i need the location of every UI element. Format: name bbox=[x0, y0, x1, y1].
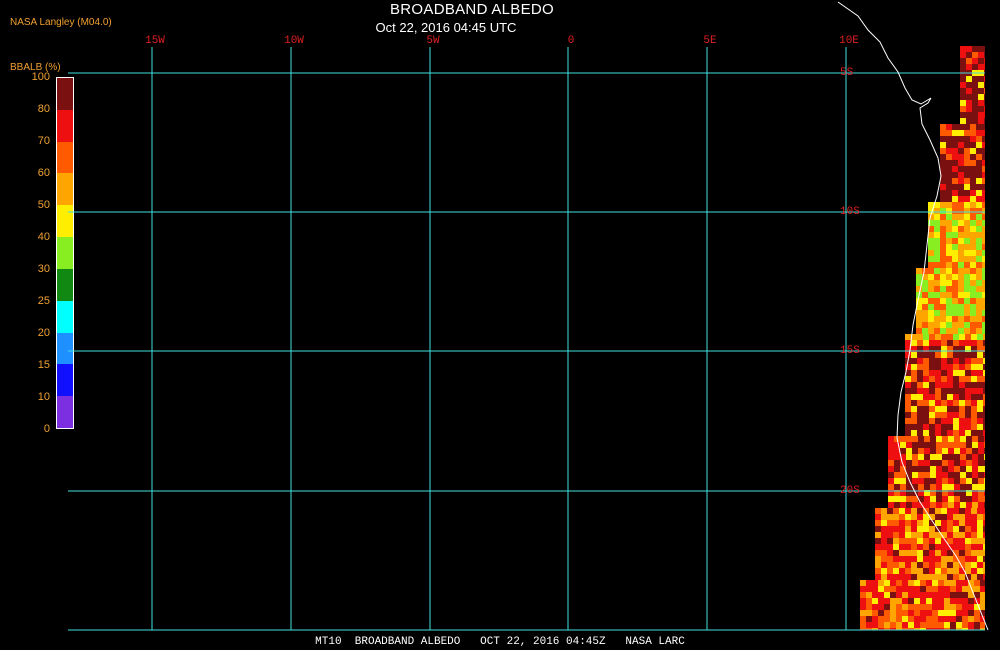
longitude-label: 5E bbox=[703, 35, 717, 47]
latitude-label: 20S bbox=[840, 485, 860, 497]
longitude-label: 5W bbox=[426, 35, 440, 47]
albedo-map bbox=[68, 1, 989, 631]
longitude-label: 15W bbox=[145, 35, 165, 47]
footer-caption: MT10 BROADBAND ALBEDO OCT 22, 2016 04:45… bbox=[315, 636, 685, 648]
latitude-label: 10S bbox=[840, 206, 860, 218]
longitude-label: 10E bbox=[839, 35, 859, 47]
longitude-label: 10W bbox=[284, 35, 304, 47]
albedo-data-field bbox=[860, 46, 985, 630]
latitude-label: 5S bbox=[840, 67, 854, 79]
latitude-label: 15S bbox=[840, 345, 860, 357]
longitude-label: 0 bbox=[567, 35, 575, 47]
lat-lon-grid bbox=[68, 47, 985, 631]
